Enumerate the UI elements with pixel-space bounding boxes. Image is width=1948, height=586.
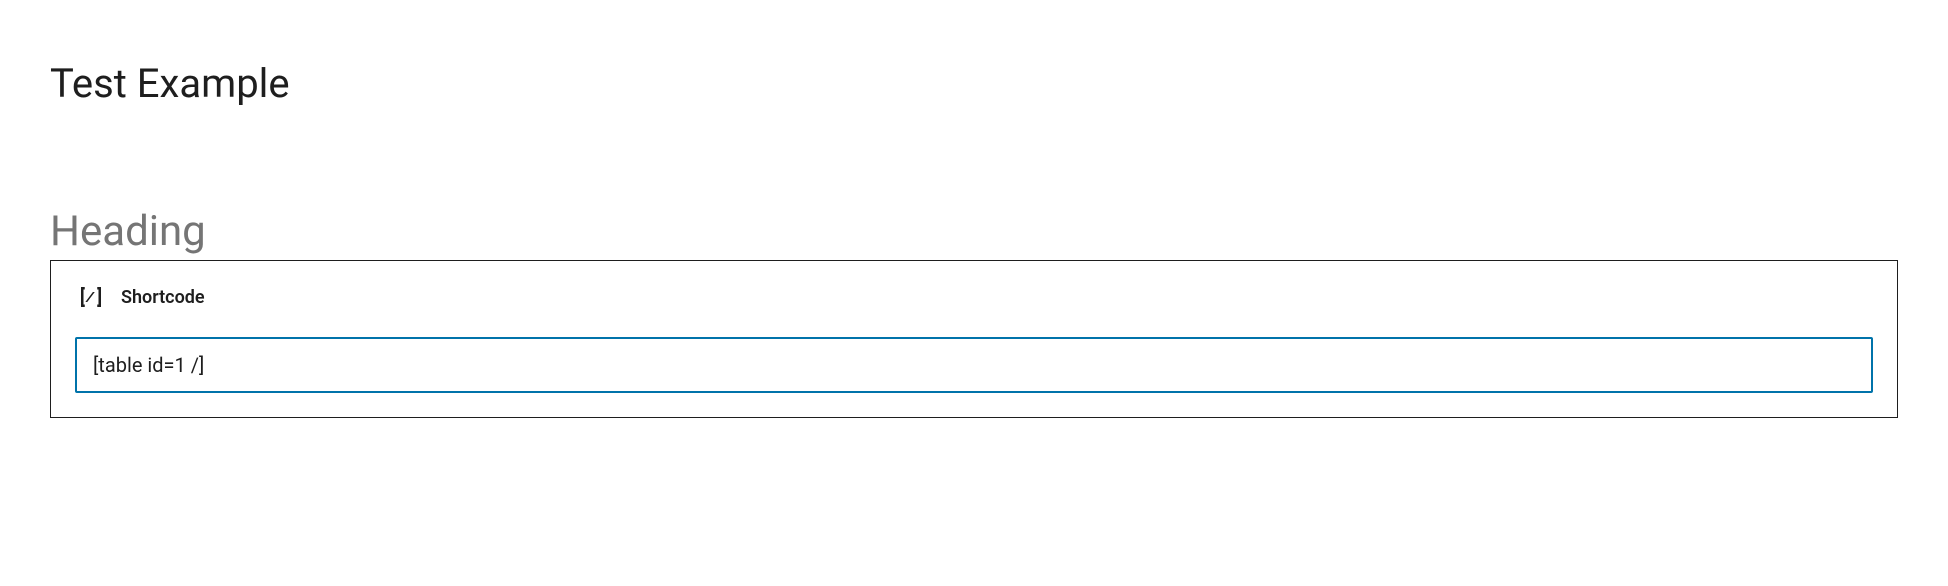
block-header: Shortcode bbox=[75, 281, 1873, 313]
page-title[interactable]: Test Example bbox=[50, 60, 1898, 107]
shortcode-block[interactable]: Shortcode bbox=[50, 260, 1898, 418]
block-label: Shortcode bbox=[121, 287, 205, 308]
shortcode-icon bbox=[75, 281, 107, 313]
shortcode-input[interactable] bbox=[75, 337, 1873, 393]
heading-block-placeholder[interactable]: Heading bbox=[50, 207, 1898, 256]
